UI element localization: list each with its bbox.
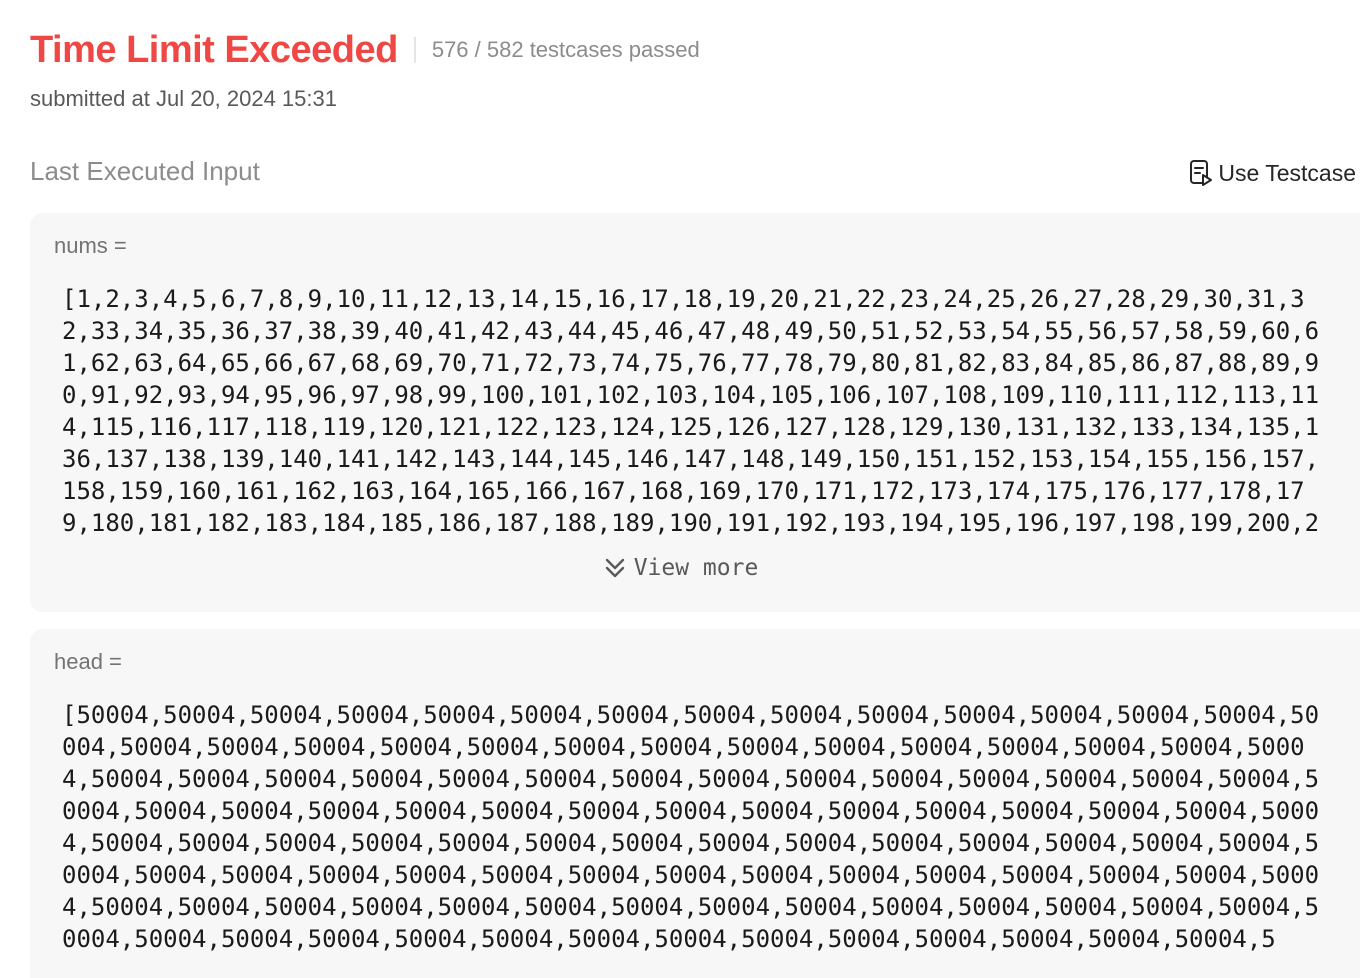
- testcases-passed: 576 / 582 testcases passed: [431, 37, 700, 62]
- view-more-label[interactable]: View more: [634, 555, 759, 581]
- use-testcase-label[interactable]: Use Testcase: [1218, 160, 1356, 187]
- status-title: Time Limit Exceeded: [30, 29, 398, 71]
- clipboard-play-icon: [1190, 160, 1213, 186]
- param-name: head =: [54, 649, 122, 674]
- param-value: [50004,50004,50004,50004,50004,50004,500…: [62, 701, 1320, 953]
- section-title: Last Executed Input: [30, 156, 260, 186]
- param-name: nums =: [54, 233, 127, 258]
- header-divider: [413, 37, 416, 63]
- view-more-button[interactable]: View more: [30, 555, 1332, 581]
- use-testcase-button[interactable]: Use Testcase: [1188, 156, 1356, 190]
- double-chevron-down-icon: [605, 558, 624, 578]
- param-value: [1,2,3,4,5,6,7,8,9,10,11,12,13,14,15,16,…: [62, 285, 1320, 537]
- result-header: Time Limit Exceeded 576 / 582 testcases …: [30, 22, 700, 78]
- submitted-time: submitted at Jul 20, 2024 15:31: [30, 86, 337, 111]
- input-card-head: head = [50004,50004,50004,50004,50004,50…: [30, 629, 1360, 978]
- input-card-nums: nums = [1,2,3,4,5,6,7,8,9,10,11,12,13,14…: [30, 213, 1360, 612]
